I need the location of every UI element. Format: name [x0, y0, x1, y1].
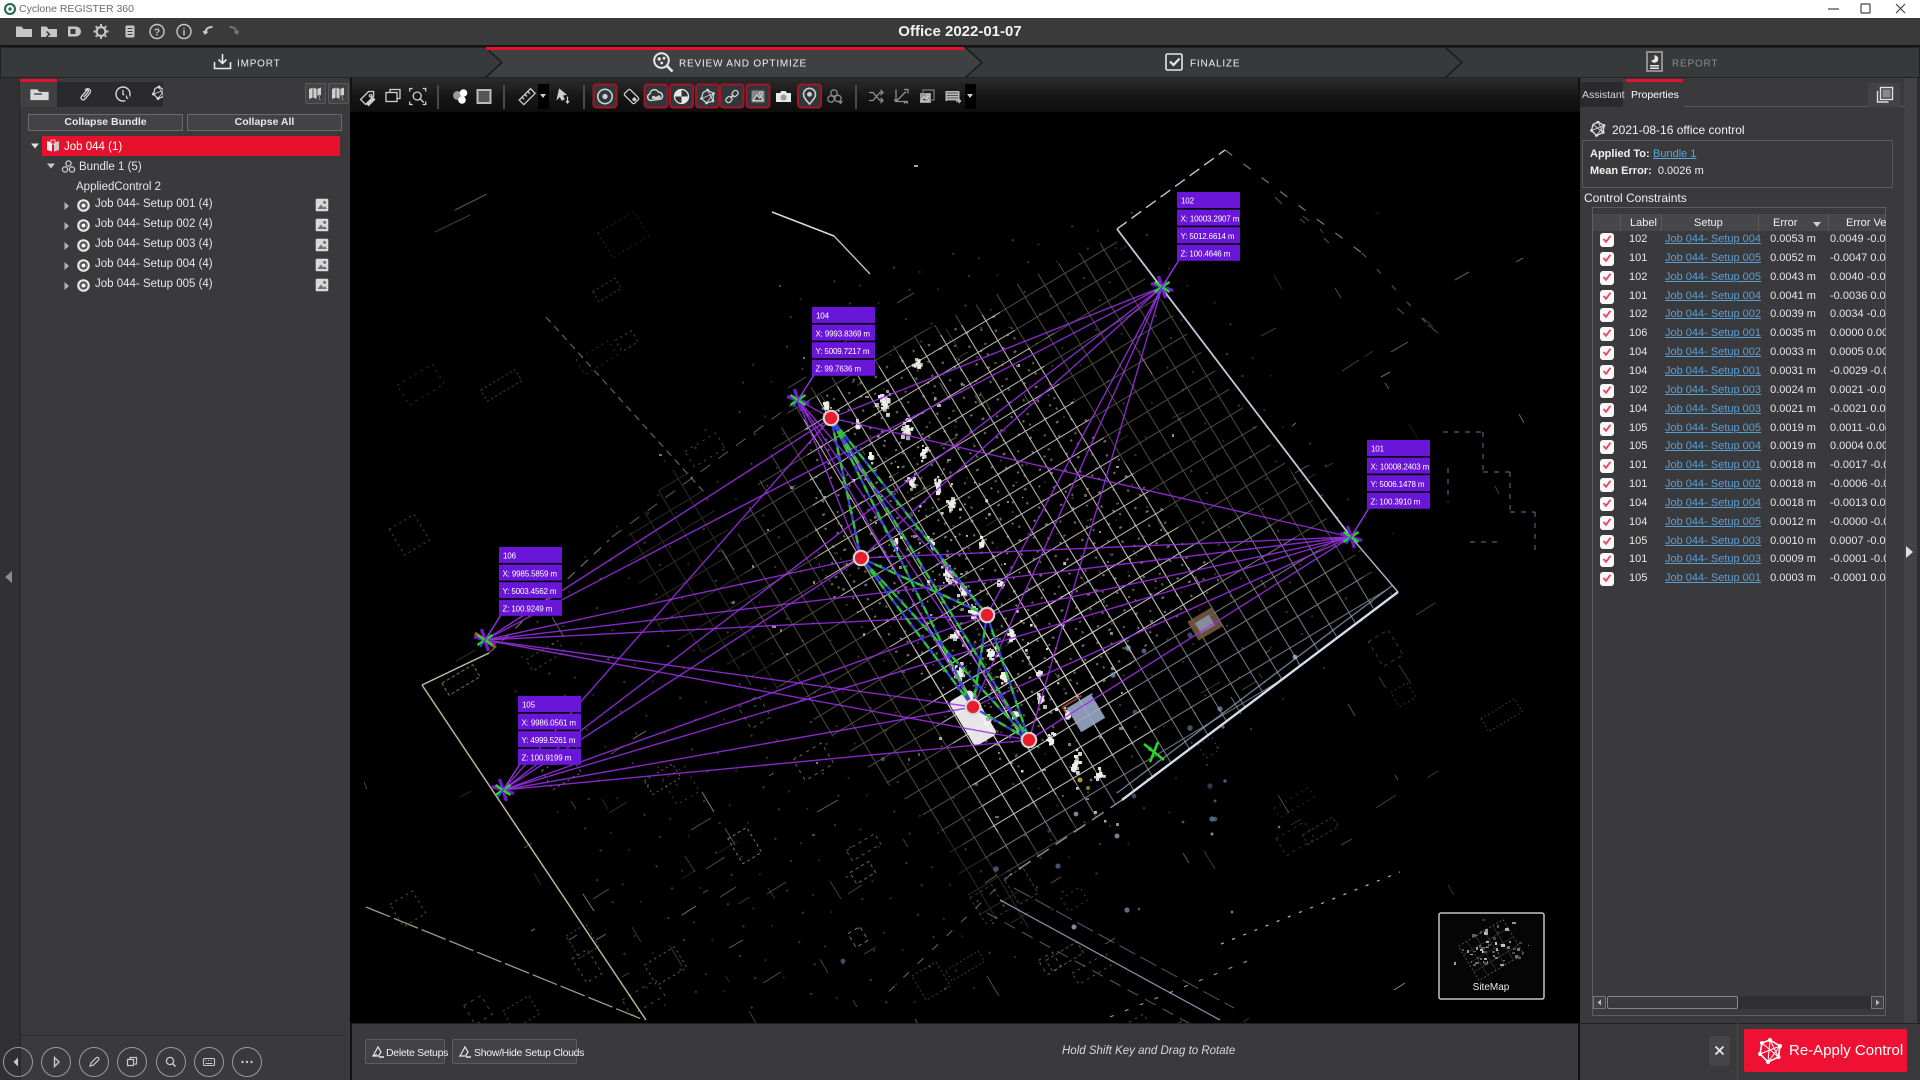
svg-text:Y: 5003.4562 m: Y: 5003.4562 m [503, 587, 557, 596]
svg-text:X: 9985.5859 m: X: 9985.5859 m [503, 570, 558, 579]
svg-text:REPORT: REPORT [1672, 59, 1718, 70]
svg-text:102: 102 [1181, 197, 1195, 206]
svg-text:X: 10008.2403 m: X: 10008.2403 m [1371, 463, 1430, 472]
svg-text:104: 104 [816, 312, 830, 321]
svg-text:Y: 5009.7217 m: Y: 5009.7217 m [816, 347, 870, 356]
svg-text:Z: 100.9249 m: Z: 100.9249 m [503, 605, 553, 614]
svg-text:X: 10003.2907 m: X: 10003.2907 m [1181, 215, 1240, 224]
svg-text:REVIEW AND OPTIMIZE: REVIEW AND OPTIMIZE [679, 59, 807, 70]
svg-text:X: 9986.0561 m: X: 9986.0561 m [522, 719, 577, 728]
svg-text:Y: 4999.5261 m: Y: 4999.5261 m [522, 736, 576, 745]
svg-text:Z: 100.9199 m: Z: 100.9199 m [522, 754, 572, 763]
svg-text:101: 101 [1371, 445, 1385, 454]
svg-text:SiteMap: SiteMap [1473, 982, 1510, 993]
svg-text:106: 106 [503, 552, 517, 561]
svg-text:Y: 5012.6614 m: Y: 5012.6614 m [1181, 232, 1235, 241]
svg-text:X: 9993.8369 m: X: 9993.8369 m [816, 330, 871, 339]
svg-text:Z: 100.4646 m: Z: 100.4646 m [1181, 250, 1231, 259]
svg-text:Y: 5006.1478 m: Y: 5006.1478 m [1371, 480, 1425, 489]
svg-text:FINALIZE: FINALIZE [1190, 59, 1240, 70]
svg-text:Z: 100.3910 m: Z: 100.3910 m [1371, 498, 1421, 507]
svg-text:IMPORT: IMPORT [237, 59, 281, 70]
svg-text:105: 105 [522, 701, 536, 710]
svg-text:1: 1 [318, 96, 321, 101]
svg-text:1: 1 [341, 96, 344, 101]
svg-text:Z: 99.7636 m: Z: 99.7636 m [816, 365, 862, 374]
